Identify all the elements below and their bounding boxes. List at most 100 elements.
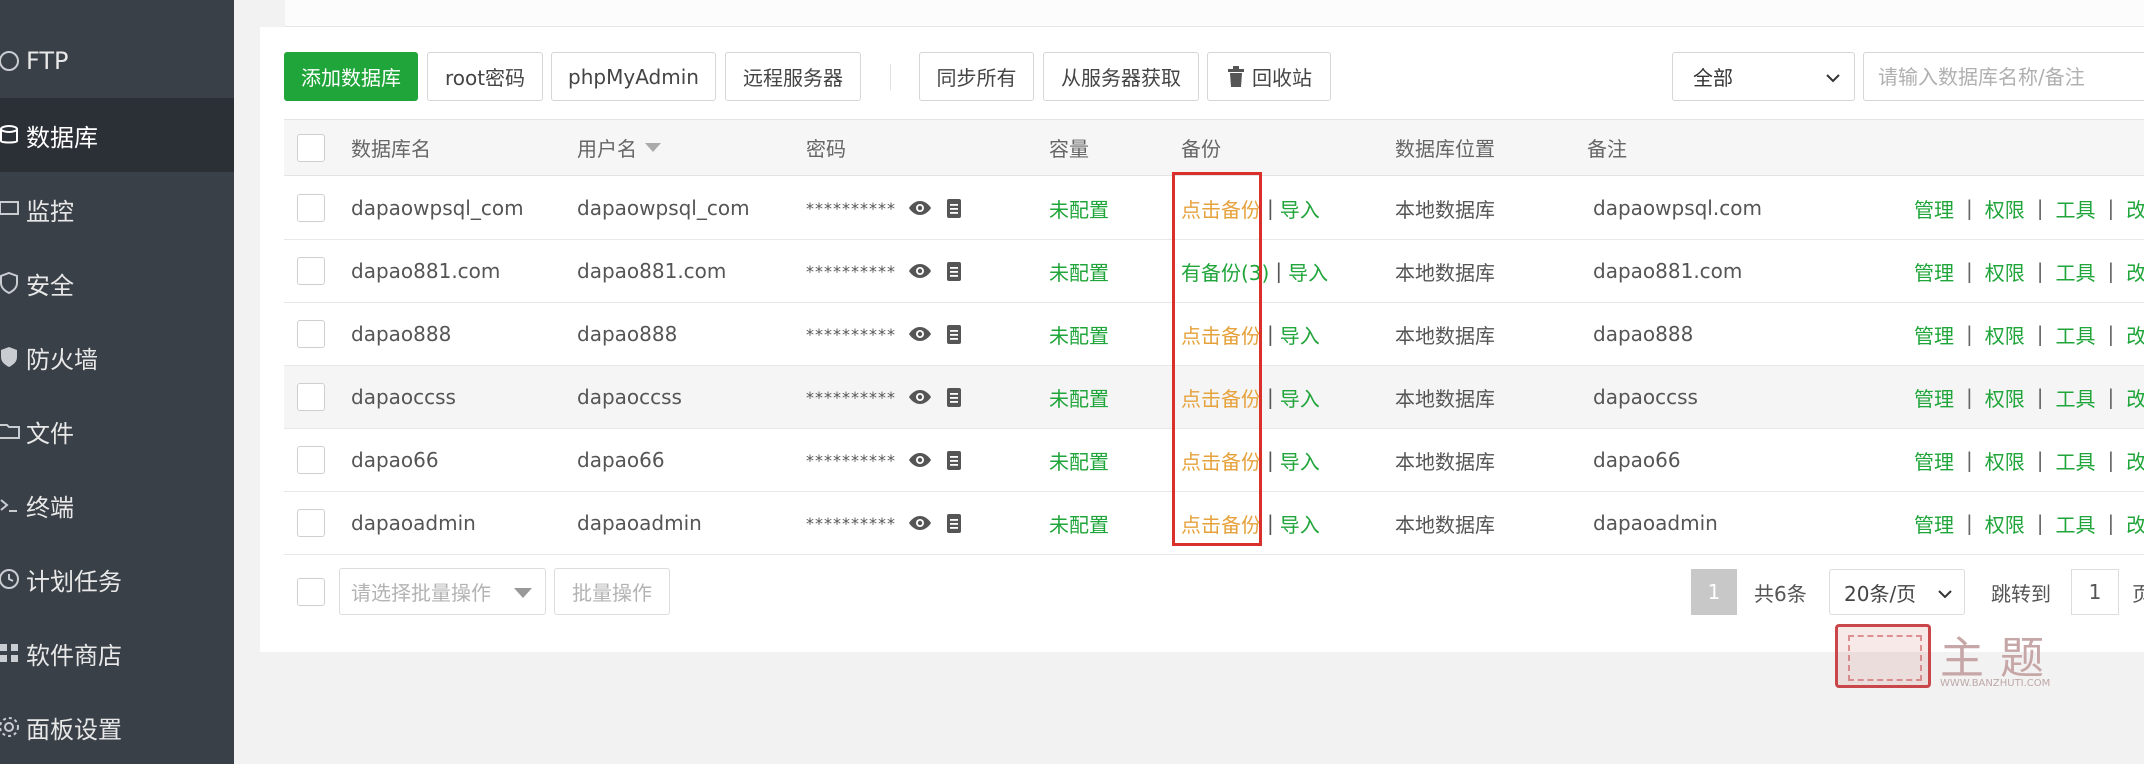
db-note[interactable]: dapao881.com bbox=[1593, 240, 1742, 302]
copy-icon[interactable] bbox=[942, 259, 966, 283]
copy-icon[interactable] bbox=[942, 322, 966, 346]
manage-link[interactable]: 管理 bbox=[1914, 509, 1954, 538]
manage-link[interactable]: 管理 bbox=[1914, 383, 1954, 412]
tools-link[interactable]: 工具 bbox=[2056, 446, 2096, 475]
capacity-link[interactable]: 未配置 bbox=[1049, 492, 1109, 554]
db-note[interactable]: dapaoadmin bbox=[1593, 492, 1718, 554]
capacity-link[interactable]: 未配置 bbox=[1049, 240, 1109, 302]
sidebar-item-store[interactable]: 软件商店 bbox=[0, 616, 234, 690]
password-cell: ********** bbox=[806, 366, 966, 428]
backup-link[interactable]: 点击备份 bbox=[1181, 320, 1261, 349]
filter-select[interactable]: 全部 bbox=[1672, 52, 1855, 101]
permission-link[interactable]: 权限 bbox=[1985, 383, 2025, 412]
sidebar-item-database[interactable]: 数据库 bbox=[0, 98, 234, 172]
import-link[interactable]: 导入 bbox=[1280, 194, 1320, 223]
recycle-bin-button[interactable]: 回收站 bbox=[1207, 52, 1331, 101]
db-note[interactable]: dapaowpsql.com bbox=[1593, 177, 1762, 239]
backup-cell: 点击备份 | 导入 bbox=[1181, 429, 1320, 491]
sidebar-item-files[interactable]: 文件 bbox=[0, 394, 234, 468]
row-checkbox[interactable] bbox=[297, 194, 325, 222]
shield-icon bbox=[0, 270, 22, 296]
header-user[interactable]: 用户名 bbox=[577, 120, 661, 175]
permission-link[interactable]: 权限 bbox=[1985, 194, 2025, 223]
eye-icon[interactable] bbox=[908, 448, 932, 472]
manage-link[interactable]: 管理 bbox=[1914, 320, 1954, 349]
change-password-link[interactable]: 改密 bbox=[2126, 509, 2144, 538]
fetch-from-server-button[interactable]: 从服务器获取 bbox=[1043, 52, 1199, 101]
row-checkbox[interactable] bbox=[297, 257, 325, 285]
change-password-link[interactable]: 改密 bbox=[2126, 383, 2144, 412]
db-note[interactable]: dapao66 bbox=[1593, 429, 1681, 491]
capacity-link[interactable]: 未配置 bbox=[1049, 366, 1109, 428]
trash-icon bbox=[1226, 65, 1246, 88]
select-all-checkbox[interactable] bbox=[297, 133, 325, 162]
backup-link[interactable]: 点击备份 bbox=[1181, 383, 1261, 412]
tools-link[interactable]: 工具 bbox=[2056, 194, 2096, 223]
row-checkbox[interactable] bbox=[297, 320, 325, 348]
copy-icon[interactable] bbox=[942, 385, 966, 409]
backup-link[interactable]: 点击备份 bbox=[1181, 509, 1261, 538]
root-password-button[interactable]: root密码 bbox=[427, 52, 543, 101]
row-checkbox[interactable] bbox=[297, 383, 325, 411]
change-password-link[interactable]: 改密 bbox=[2126, 446, 2144, 475]
search-input[interactable] bbox=[1863, 52, 2144, 101]
import-link[interactable]: 导入 bbox=[1288, 257, 1328, 286]
sync-all-button[interactable]: 同步所有 bbox=[919, 52, 1034, 101]
row-checkbox[interactable] bbox=[297, 509, 325, 537]
filter-select-value: 全部 bbox=[1693, 66, 1733, 90]
db-note[interactable]: dapao888 bbox=[1593, 303, 1693, 365]
change-password-link[interactable]: 改密 bbox=[2126, 257, 2144, 286]
copy-icon[interactable] bbox=[942, 448, 966, 472]
capacity-link[interactable]: 未配置 bbox=[1049, 177, 1109, 239]
copy-icon[interactable] bbox=[942, 196, 966, 220]
tools-link[interactable]: 工具 bbox=[2056, 383, 2096, 412]
jump-page-input[interactable] bbox=[2071, 569, 2119, 615]
manage-link[interactable]: 管理 bbox=[1914, 446, 1954, 475]
eye-icon[interactable] bbox=[908, 196, 932, 220]
eye-icon[interactable] bbox=[908, 322, 932, 346]
import-link[interactable]: 导入 bbox=[1280, 320, 1320, 349]
manage-link[interactable]: 管理 bbox=[1914, 257, 1954, 286]
tools-link[interactable]: 工具 bbox=[2056, 257, 2096, 286]
capacity-link[interactable]: 未配置 bbox=[1049, 429, 1109, 491]
batch-operation-button[interactable]: 批量操作 bbox=[554, 568, 670, 615]
header-name[interactable]: 数据库名 bbox=[351, 120, 431, 175]
change-password-link[interactable]: 改密 bbox=[2126, 320, 2144, 349]
monitor-icon bbox=[0, 196, 22, 222]
page-size-select[interactable]: 20条/页 bbox=[1829, 569, 1965, 615]
backup-link[interactable]: 点击备份 bbox=[1181, 446, 1261, 475]
sidebar-item-cron[interactable]: 计划任务 bbox=[0, 542, 234, 616]
import-link[interactable]: 导入 bbox=[1280, 446, 1320, 475]
copy-icon[interactable] bbox=[942, 511, 966, 535]
eye-icon[interactable] bbox=[908, 259, 932, 283]
backup-link[interactable]: 点击备份 bbox=[1181, 194, 1261, 223]
tools-link[interactable]: 工具 bbox=[2056, 320, 2096, 349]
permission-link[interactable]: 权限 bbox=[1985, 257, 2025, 286]
remote-server-button[interactable]: 远程服务器 bbox=[725, 52, 861, 101]
footer-select-all-checkbox[interactable] bbox=[297, 578, 325, 606]
permission-link[interactable]: 权限 bbox=[1985, 509, 2025, 538]
tools-link[interactable]: 工具 bbox=[2056, 509, 2096, 538]
sidebar-item-terminal[interactable]: 终端 bbox=[0, 468, 234, 542]
eye-icon[interactable] bbox=[908, 511, 932, 535]
batch-operation-select[interactable]: 请选择批量操作 bbox=[339, 568, 546, 615]
sidebar-item-security[interactable]: 安全 bbox=[0, 246, 234, 320]
change-password-link[interactable]: 改密 bbox=[2126, 194, 2144, 223]
backup-link[interactable]: 有备份(3) bbox=[1181, 257, 1269, 286]
permission-link[interactable]: 权限 bbox=[1985, 446, 2025, 475]
sidebar-item-ftp[interactable]: FTP bbox=[0, 24, 234, 98]
manage-link[interactable]: 管理 bbox=[1914, 194, 1954, 223]
pagination-current-page[interactable]: 1 bbox=[1691, 569, 1737, 615]
db-note[interactable]: dapaoccss bbox=[1593, 366, 1698, 428]
row-checkbox[interactable] bbox=[297, 446, 325, 474]
sidebar-item-monitor[interactable]: 监控 bbox=[0, 172, 234, 246]
permission-link[interactable]: 权限 bbox=[1985, 320, 2025, 349]
sidebar-item-settings[interactable]: 面板设置 bbox=[0, 690, 234, 764]
eye-icon[interactable] bbox=[908, 385, 932, 409]
capacity-link[interactable]: 未配置 bbox=[1049, 303, 1109, 365]
phpmyadmin-button[interactable]: phpMyAdmin bbox=[551, 52, 716, 101]
add-database-button[interactable]: 添加数据库 bbox=[284, 52, 418, 101]
sidebar-item-firewall[interactable]: 防火墙 bbox=[0, 320, 234, 394]
import-link[interactable]: 导入 bbox=[1280, 383, 1320, 412]
import-link[interactable]: 导入 bbox=[1280, 509, 1320, 538]
